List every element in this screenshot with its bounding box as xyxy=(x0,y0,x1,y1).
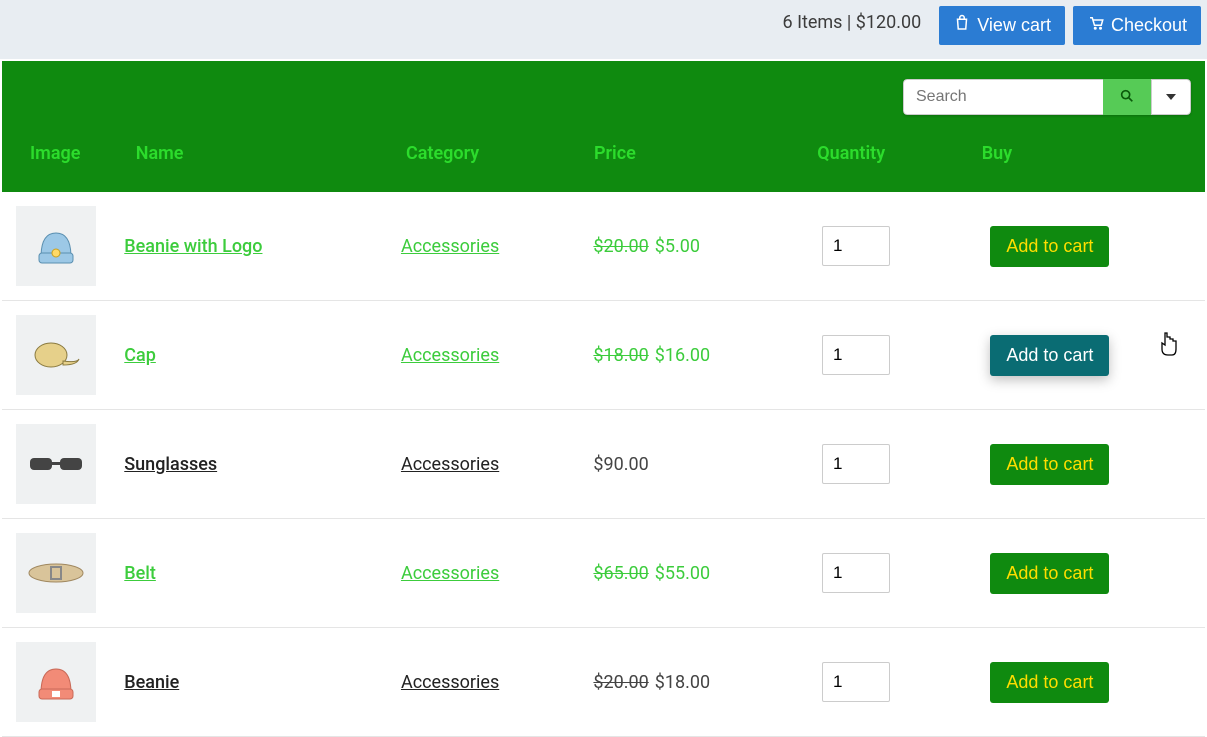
product-image[interactable] xyxy=(16,424,96,504)
add-to-cart-button[interactable]: Add to cart xyxy=(990,662,1109,703)
col-quantity[interactable]: Quantity xyxy=(803,143,968,180)
table-row: Sunglasses Accessories $90.00 Add to cart xyxy=(2,410,1205,519)
add-to-cart-button[interactable]: Add to cart xyxy=(990,335,1109,376)
category-link[interactable]: Accessories xyxy=(401,236,499,257)
category-link[interactable]: Accessories xyxy=(401,563,499,584)
col-price[interactable]: Price xyxy=(580,143,803,180)
search-input[interactable] xyxy=(903,79,1103,115)
price-old: $20.00 xyxy=(593,672,648,693)
price-new: $5.00 xyxy=(655,236,700,257)
checkout-label: Checkout xyxy=(1111,15,1187,36)
category-link[interactable]: Accessories xyxy=(401,345,499,366)
product-name-link[interactable]: Sunglasses xyxy=(124,454,217,475)
product-image[interactable] xyxy=(16,315,96,395)
quantity-input[interactable] xyxy=(822,553,890,593)
product-image[interactable] xyxy=(16,642,96,722)
category-link[interactable]: Accessories xyxy=(401,672,499,693)
col-category[interactable]: Category xyxy=(392,143,580,180)
topbar: 6 Items | $120.00 View cart Checkout xyxy=(0,0,1207,59)
checkout-button[interactable]: Checkout xyxy=(1073,6,1201,45)
quantity-input[interactable] xyxy=(822,335,890,375)
column-header-row: Image Name Category Price Quantity Buy xyxy=(16,143,1191,180)
quantity-input[interactable] xyxy=(822,444,890,484)
table-row: Beanie with Logo Accessories $20.00 $5.00 Ad… xyxy=(2,192,1205,301)
category-link[interactable]: Accessories xyxy=(401,454,499,475)
quantity-input[interactable] xyxy=(822,226,890,266)
add-to-cart-button[interactable]: Add to cart xyxy=(990,553,1109,594)
table-row: Beanie Accessories $20.00 $18.00 Add to cart xyxy=(2,628,1205,737)
price-old: $20.00 xyxy=(593,236,648,257)
product-image[interactable] xyxy=(16,533,96,613)
view-cart-label: View cart xyxy=(977,15,1051,36)
search-dropdown-toggle[interactable] xyxy=(1151,79,1191,115)
product-name-link[interactable]: Beanie xyxy=(124,672,179,693)
price-new: $18.00 xyxy=(655,672,710,693)
product-name-link[interactable]: Beanie with Logo xyxy=(124,236,262,257)
price: $90.00 xyxy=(593,454,648,475)
quantity-input[interactable] xyxy=(822,662,890,702)
col-buy[interactable]: Buy xyxy=(968,143,1191,180)
price-new: $16.00 xyxy=(655,345,710,366)
col-image[interactable]: Image xyxy=(16,143,122,180)
table-row: Belt Accessories $65.00 $55.00 Add to cart xyxy=(2,519,1205,628)
cart-icon xyxy=(1087,14,1105,37)
cart-summary: 6 Items | $120.00 xyxy=(782,6,931,33)
table-header-bar: Image Name Category Price Quantity Buy xyxy=(2,61,1205,192)
chevron-down-icon xyxy=(1166,94,1176,100)
col-name[interactable]: Name xyxy=(122,143,392,180)
product-name-link[interactable]: Cap xyxy=(124,345,156,366)
price-new: $55.00 xyxy=(655,563,710,584)
product-image[interactable] xyxy=(16,206,96,286)
product-table-wrap: Image Name Category Price Quantity Buy B… xyxy=(2,61,1205,737)
search-group xyxy=(903,79,1191,115)
view-cart-button[interactable]: View cart xyxy=(939,6,1065,45)
add-to-cart-button[interactable]: Add to cart xyxy=(990,226,1109,267)
price-old: $65.00 xyxy=(593,563,648,584)
price-old: $18.00 xyxy=(593,345,648,366)
search-icon xyxy=(1119,88,1135,107)
search-button[interactable] xyxy=(1103,79,1151,115)
bag-icon xyxy=(953,14,971,37)
product-name-link[interactable]: Belt xyxy=(124,563,156,584)
add-to-cart-button[interactable]: Add to cart xyxy=(990,444,1109,485)
table-row: Cap Accessories $18.00 $16.00 Add to cart xyxy=(2,301,1205,410)
